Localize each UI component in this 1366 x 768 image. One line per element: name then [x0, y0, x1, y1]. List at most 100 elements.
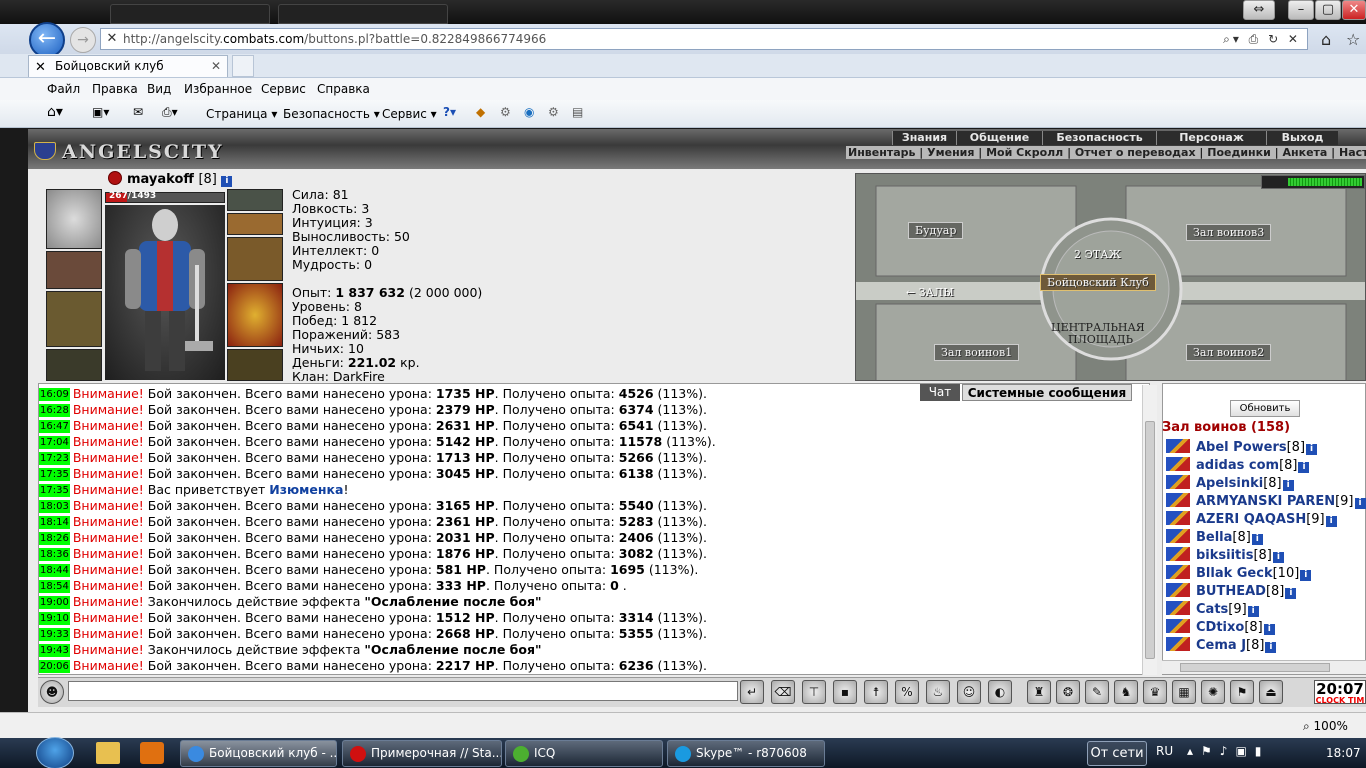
user-name[interactable]: Abel Powers	[1196, 440, 1287, 455]
room-hall-1[interactable]: Зал воинов1	[934, 344, 1020, 361]
user-action-icon[interactable]	[1166, 619, 1190, 633]
close-button[interactable]: ✕	[1342, 0, 1366, 20]
filter-icon[interactable]: ⊤	[802, 680, 826, 704]
user-list-item[interactable]: Abel Powers[8] i	[1166, 439, 1318, 457]
central-square-label-2[interactable]: ПЛОЩАДЬ	[1068, 333, 1133, 346]
tab-chat[interactable]: Чат	[920, 384, 960, 401]
user-name[interactable]: biksiitis	[1196, 548, 1253, 563]
user-name[interactable]: Apelsinki	[1196, 476, 1263, 491]
start-button-icon[interactable]	[36, 737, 74, 768]
boots-slot[interactable]	[227, 349, 283, 381]
nav-security[interactable]: Безопасность	[1042, 131, 1156, 145]
flame-icon[interactable]: ♨	[926, 680, 950, 704]
percent-icon[interactable]: %	[895, 680, 919, 704]
dragon-icon[interactable]: ♞	[1114, 680, 1138, 704]
user-name[interactable]: Cats	[1196, 602, 1228, 617]
task-ie[interactable]: Бойцовский клуб - ...	[180, 740, 337, 767]
close-tab-icon[interactable]: ✕	[211, 56, 221, 76]
new-tab-button[interactable]	[232, 55, 254, 77]
user-name[interactable]: BUTHEAD	[1196, 584, 1266, 599]
safety-menu[interactable]: Безопасность ▾	[283, 107, 380, 121]
fighter-icon[interactable]: ☨	[864, 680, 888, 704]
info-icon[interactable]: i	[1325, 516, 1337, 527]
save-icon[interactable]: ▪	[833, 680, 857, 704]
addon-icon[interactable]: ◆	[476, 105, 485, 119]
maximize-button[interactable]: ▢	[1315, 0, 1341, 20]
user-action-icon[interactable]	[1166, 493, 1190, 507]
info-icon[interactable]: i	[1306, 444, 1318, 455]
info-icon[interactable]: i	[1251, 534, 1263, 545]
minimize-button[interactable]: –	[1288, 0, 1314, 20]
room-fight-club[interactable]: Бойцовский Клуб	[1040, 274, 1156, 291]
user-name[interactable]: AZERI QAQASH	[1196, 512, 1306, 527]
back-button[interactable]: ←	[29, 22, 65, 58]
user-list-item[interactable]: Bllak Geck[10] i	[1166, 565, 1312, 583]
address-bar[interactable]: ✕ http://angelscity.combats.com/buttons.…	[100, 28, 1308, 50]
user-action-icon[interactable]	[1166, 457, 1190, 471]
helmet-slot[interactable]	[46, 189, 102, 249]
greeting-nick[interactable]: Изюменка	[269, 482, 343, 497]
inventory-icon[interactable]: ▦	[1172, 680, 1196, 704]
chat-scroll-thumb[interactable]	[1145, 421, 1155, 659]
chat-input[interactable]	[68, 681, 738, 701]
home-icon[interactable]: ⌂▾	[47, 104, 63, 120]
nav-communication[interactable]: Общение	[956, 131, 1042, 145]
menu-tools[interactable]: Сервис	[261, 82, 306, 96]
mail-icon[interactable]: ✉	[133, 105, 143, 119]
user-action-icon[interactable]	[1166, 547, 1190, 561]
user-action-icon[interactable]	[1166, 475, 1190, 489]
help-icon[interactable]: ?▾	[443, 105, 456, 119]
user-name[interactable]: ARMYANSKI PAREN	[1196, 494, 1335, 509]
nav-character[interactable]: Персонаж	[1156, 131, 1266, 145]
character-name[interactable]: mayakoff [8] i	[108, 171, 233, 187]
gloves-slot[interactable]	[227, 237, 283, 281]
menu-edit[interactable]: Правка	[92, 82, 138, 96]
user-action-icon[interactable]	[1166, 583, 1190, 597]
armor-slot[interactable]	[46, 349, 102, 381]
user-list-item[interactable]: CDtixo[8] i	[1166, 619, 1275, 637]
tray-icons[interactable]: ▴⚑♪▣▮	[1187, 744, 1269, 758]
user-name[interactable]: CDtixo	[1196, 620, 1244, 635]
room-boudoir[interactable]: Будуар	[908, 222, 964, 239]
user-list-item[interactable]: ARMYANSKI PAREN[9] i	[1166, 493, 1366, 511]
nav-knowledge[interactable]: Знания	[892, 131, 956, 145]
info-icon[interactable]: i	[1263, 624, 1275, 635]
language-indicator[interactable]: RU	[1156, 744, 1173, 758]
favorites-star-icon[interactable]: ☆	[1346, 30, 1360, 49]
background-tab[interactable]	[110, 4, 270, 24]
explorer-icon[interactable]	[96, 742, 120, 764]
user-list-item[interactable]: BUTHEAD[8] i	[1166, 583, 1297, 601]
task-opera[interactable]: Примерочная // Sta...	[342, 740, 502, 767]
media-player-icon[interactable]	[140, 742, 164, 764]
skype-icon[interactable]: ◉	[524, 105, 534, 119]
user-list-item[interactable]: Apelsinki[8] i	[1166, 475, 1294, 493]
bracers-slot[interactable]	[46, 251, 102, 289]
background-tab[interactable]	[278, 4, 448, 24]
sun-icon[interactable]: ✺	[1201, 680, 1225, 704]
research-icon[interactable]: ▤	[572, 105, 583, 119]
flag-icon[interactable]: ⚑	[1230, 680, 1254, 704]
gear-icon[interactable]: ⚙	[500, 105, 511, 119]
user-list-item[interactable]: adidas com[8] i	[1166, 457, 1310, 475]
user-list-item[interactable]: Cats[9] i	[1166, 601, 1259, 619]
menu-file[interactable]: Файл	[47, 82, 80, 96]
menu-favorites[interactable]: Избранное	[184, 82, 252, 96]
user-action-icon[interactable]	[1166, 601, 1190, 615]
character-avatar[interactable]	[105, 205, 225, 380]
print-icon[interactable]: ⎙▾	[162, 105, 178, 120]
user-action-icon[interactable]	[1166, 637, 1190, 651]
feeds-icon[interactable]: ▣▾	[92, 105, 109, 119]
network-status[interactable]: От сети	[1087, 741, 1147, 766]
weapon-slot[interactable]	[46, 291, 102, 347]
task-icq[interactable]: ICQ	[505, 740, 663, 767]
potion-icon[interactable]: ❂	[1056, 680, 1080, 704]
restore-size-icon[interactable]: ⇔	[1243, 0, 1275, 20]
info-icon[interactable]: i	[1272, 552, 1284, 563]
tab-active[interactable]: ✕ Бойцовский клуб ✕	[28, 55, 228, 77]
settings-icon[interactable]: ⚙	[548, 105, 559, 119]
bottle-icon[interactable]: ♜	[1027, 680, 1051, 704]
user-action-icon[interactable]	[1166, 439, 1190, 453]
menu-help[interactable]: Справка	[317, 82, 370, 96]
forward-button[interactable]: →	[70, 27, 96, 53]
home-icon[interactable]: ⌂	[1321, 30, 1331, 49]
